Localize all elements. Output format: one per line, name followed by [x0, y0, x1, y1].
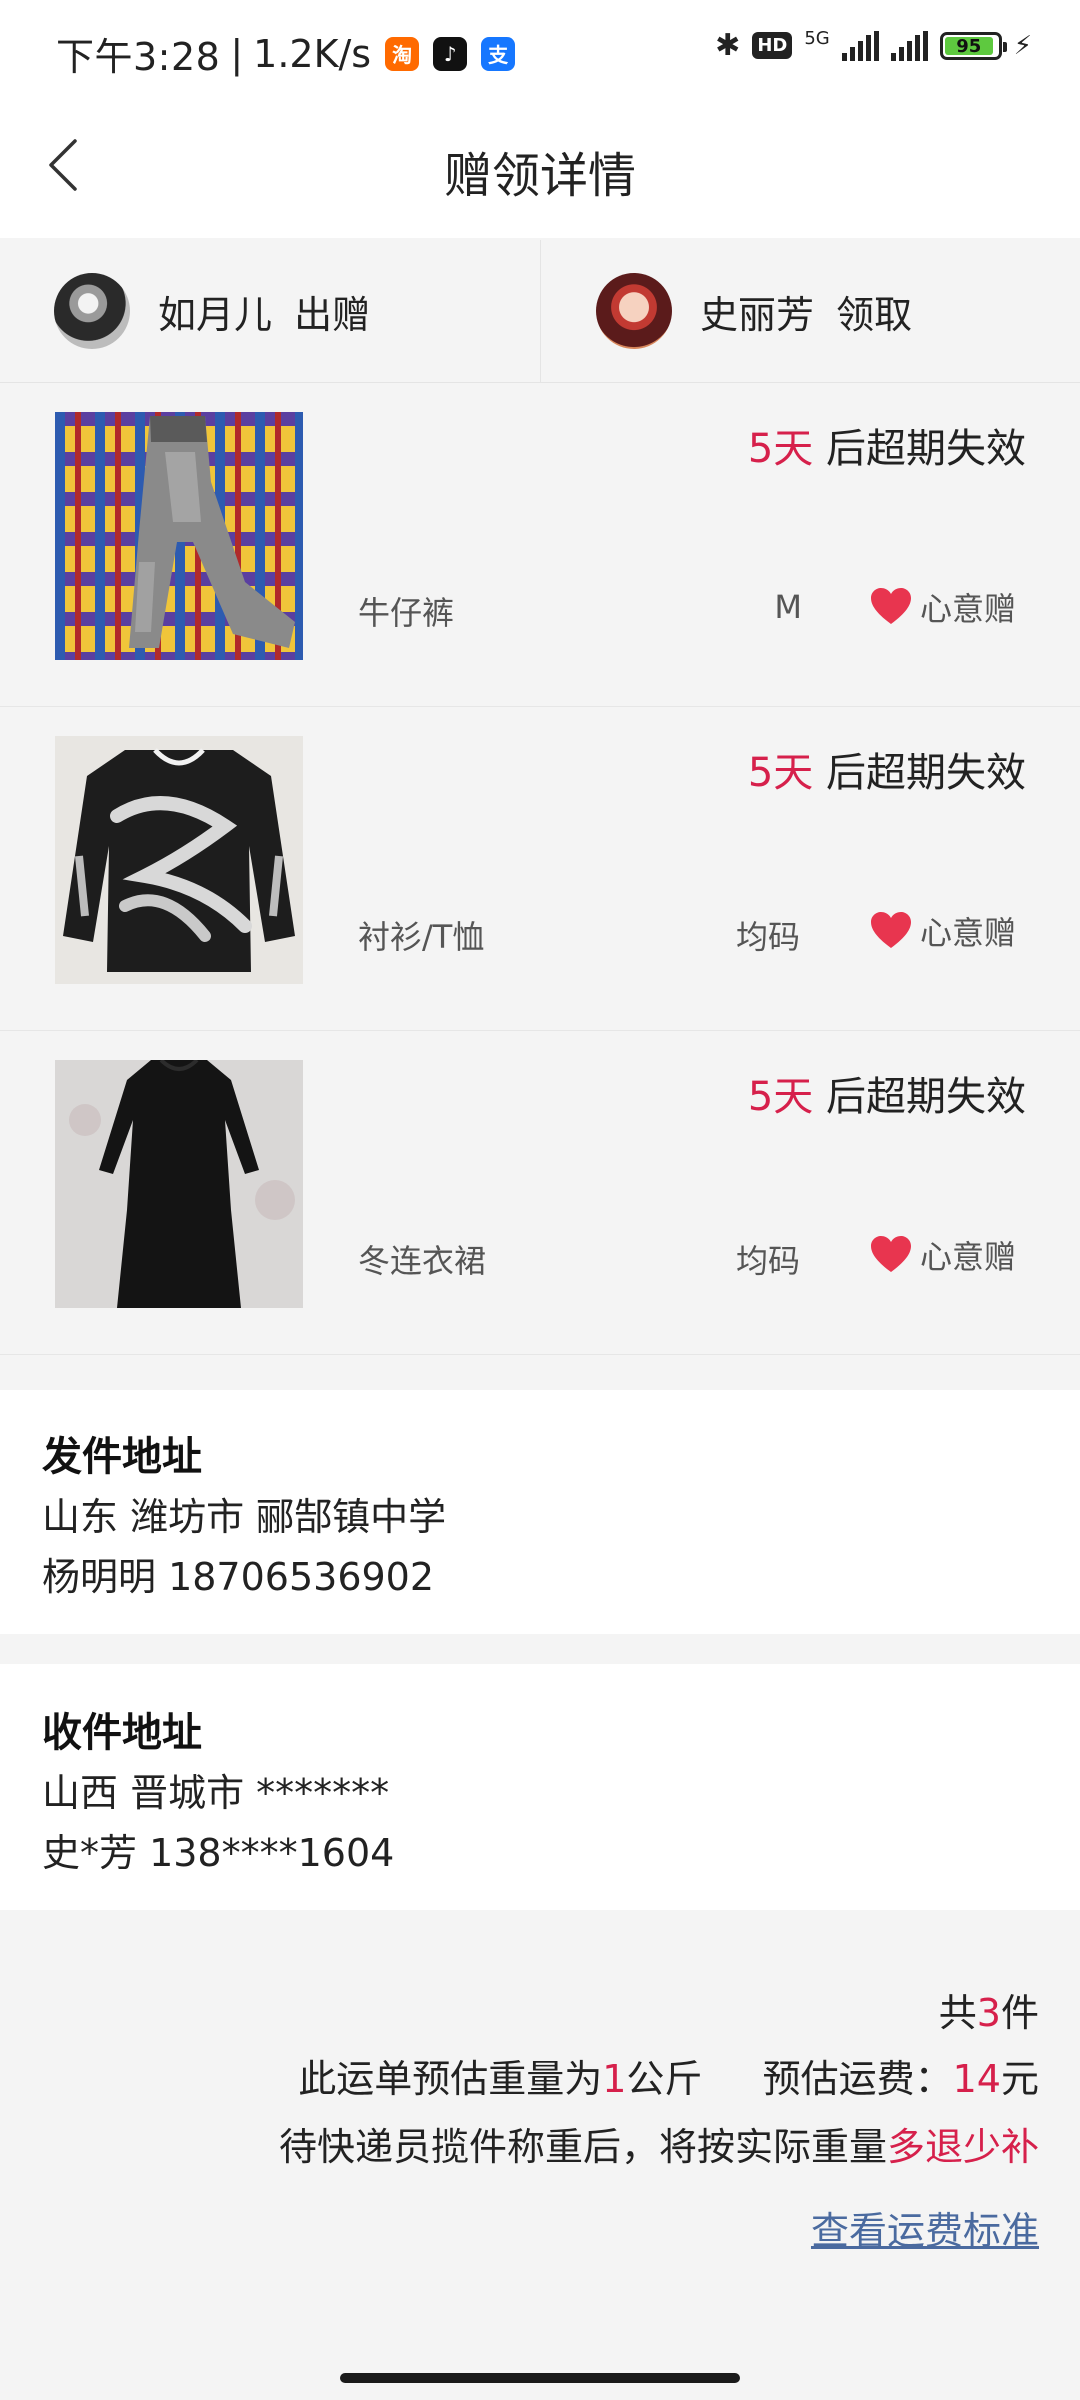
receiver-name: 史丽芳	[700, 292, 815, 337]
item-category: 牛仔裤	[358, 594, 455, 632]
giver-action: 出赠	[294, 292, 371, 337]
status-bar: 下午3:28 | 1.2K/s 淘 ♪ 支 ✱ HD 5G 95 ⚡	[0, 0, 1080, 100]
network-speed: 1.2K/s	[253, 31, 372, 76]
status-time: 下午3:28	[56, 35, 221, 79]
expiry-days: 5天	[747, 750, 814, 796]
gift-label: 心意赠	[920, 1238, 1017, 1276]
receive-address-card: 收件地址 山西 晋城市 ******* 史*芳 138****1604	[0, 1664, 1080, 1910]
taobao-icon: 淘	[385, 36, 420, 71]
nav-bar: 赠领详情	[0, 100, 1080, 238]
item-category: 冬连衣裙	[358, 1242, 487, 1280]
gift-label: 心意赠	[920, 590, 1017, 628]
item-category: 衬衫/T恤	[358, 918, 485, 956]
send-address-card: 发件地址 山东 潍坊市 郦郜镇中学 杨明明 18706536902	[0, 1390, 1080, 1634]
gift-type: 心意赠	[870, 908, 1016, 954]
receiver-action: 领取	[836, 292, 913, 337]
heart-icon	[871, 1236, 911, 1272]
gift-type: 心意赠	[870, 584, 1016, 630]
list-item[interactable]: 5天 后超期失效 牛仔裤 M 心意赠	[0, 384, 1080, 707]
expiry-days: 5天	[747, 426, 814, 472]
expiry-days: 5天	[747, 1074, 814, 1120]
status-left: 下午3:28 | 1.2K/s 淘 ♪ 支	[56, 26, 516, 81]
giver-avatar	[54, 273, 130, 349]
giver[interactable]: 如月儿 出赠	[54, 240, 370, 382]
weight-note: 待快递员揽件称重后，将按实际重量多退少补	[278, 2125, 1039, 2169]
expiry-text: 5天 后超期失效	[748, 740, 1026, 798]
signal-icon-2	[890, 30, 928, 61]
list-item[interactable]: 5天 后超期失效 衬衫/T恤 均码 心意赠	[0, 708, 1080, 1031]
expiry-suffix: 后超期失效	[826, 750, 1026, 796]
list-item[interactable]: 5天 后超期失效 冬连衣裙 均码 心意赠	[0, 1032, 1080, 1355]
heart-icon	[871, 912, 911, 948]
parties-row: 如月儿 出赠 史丽芳 领取	[0, 240, 1080, 383]
signal-icon	[841, 30, 879, 61]
battery-icon: 95	[939, 31, 1007, 60]
receive-address-title: 收件地址	[42, 1710, 202, 1756]
page-title: 赠领详情	[443, 148, 636, 204]
shipping-summary: 共3件 此运单预估重量为1公斤 预估运费：14元 待快递员揽件称重后，将按实际重…	[0, 1910, 1080, 2330]
charging-icon: ⚡	[1013, 30, 1032, 61]
receive-address-line2: 史*芳 138****1604	[42, 1831, 395, 1875]
send-address-title: 发件地址	[42, 1434, 202, 1480]
network-type: 5G	[804, 28, 830, 49]
total-count: 共3件	[938, 1991, 1039, 2035]
alipay-icon: 支	[481, 36, 516, 71]
send-address-line1: 山东 潍坊市 郦郜镇中学	[42, 1495, 447, 1539]
send-address-line2: 杨明明 18706536902	[42, 1555, 435, 1599]
shipping-fee-standard-link[interactable]: 查看运费标准	[811, 2200, 1039, 2255]
receiver[interactable]: 史丽芳 领取	[596, 240, 912, 382]
battery-level: 95	[944, 36, 993, 56]
jeans-photo	[55, 412, 303, 660]
bluetooth-icon: ✱	[715, 28, 741, 63]
giver-name: 如月儿	[158, 292, 273, 337]
item-size: 均码	[735, 918, 800, 956]
shirt-photo	[55, 736, 303, 984]
receive-address-line1: 山西 晋城市 *******	[42, 1771, 390, 1815]
receiver-avatar	[596, 273, 672, 349]
status-right: ✱ HD 5G 95 ⚡	[715, 28, 1032, 63]
hd-icon: HD	[752, 32, 793, 59]
weight-fee-line: 此运单预估重量为1公斤 预估运费：14元	[298, 2057, 1039, 2101]
gift-type: 心意赠	[870, 1232, 1016, 1278]
dress-photo	[55, 1060, 303, 1308]
heart-icon	[871, 588, 911, 624]
item-size: 均码	[735, 1242, 800, 1280]
divider	[540, 240, 541, 382]
expiry-suffix: 后超期失效	[826, 426, 1026, 472]
expiry-suffix: 后超期失效	[826, 1074, 1026, 1120]
expiry-text: 5天 后超期失效	[748, 1064, 1026, 1122]
home-indicator[interactable]	[340, 2373, 740, 2383]
douyin-icon: ♪	[433, 36, 468, 71]
expiry-text: 5天 后超期失效	[748, 416, 1026, 474]
item-size: M	[774, 588, 802, 626]
gift-label: 心意赠	[920, 914, 1017, 952]
